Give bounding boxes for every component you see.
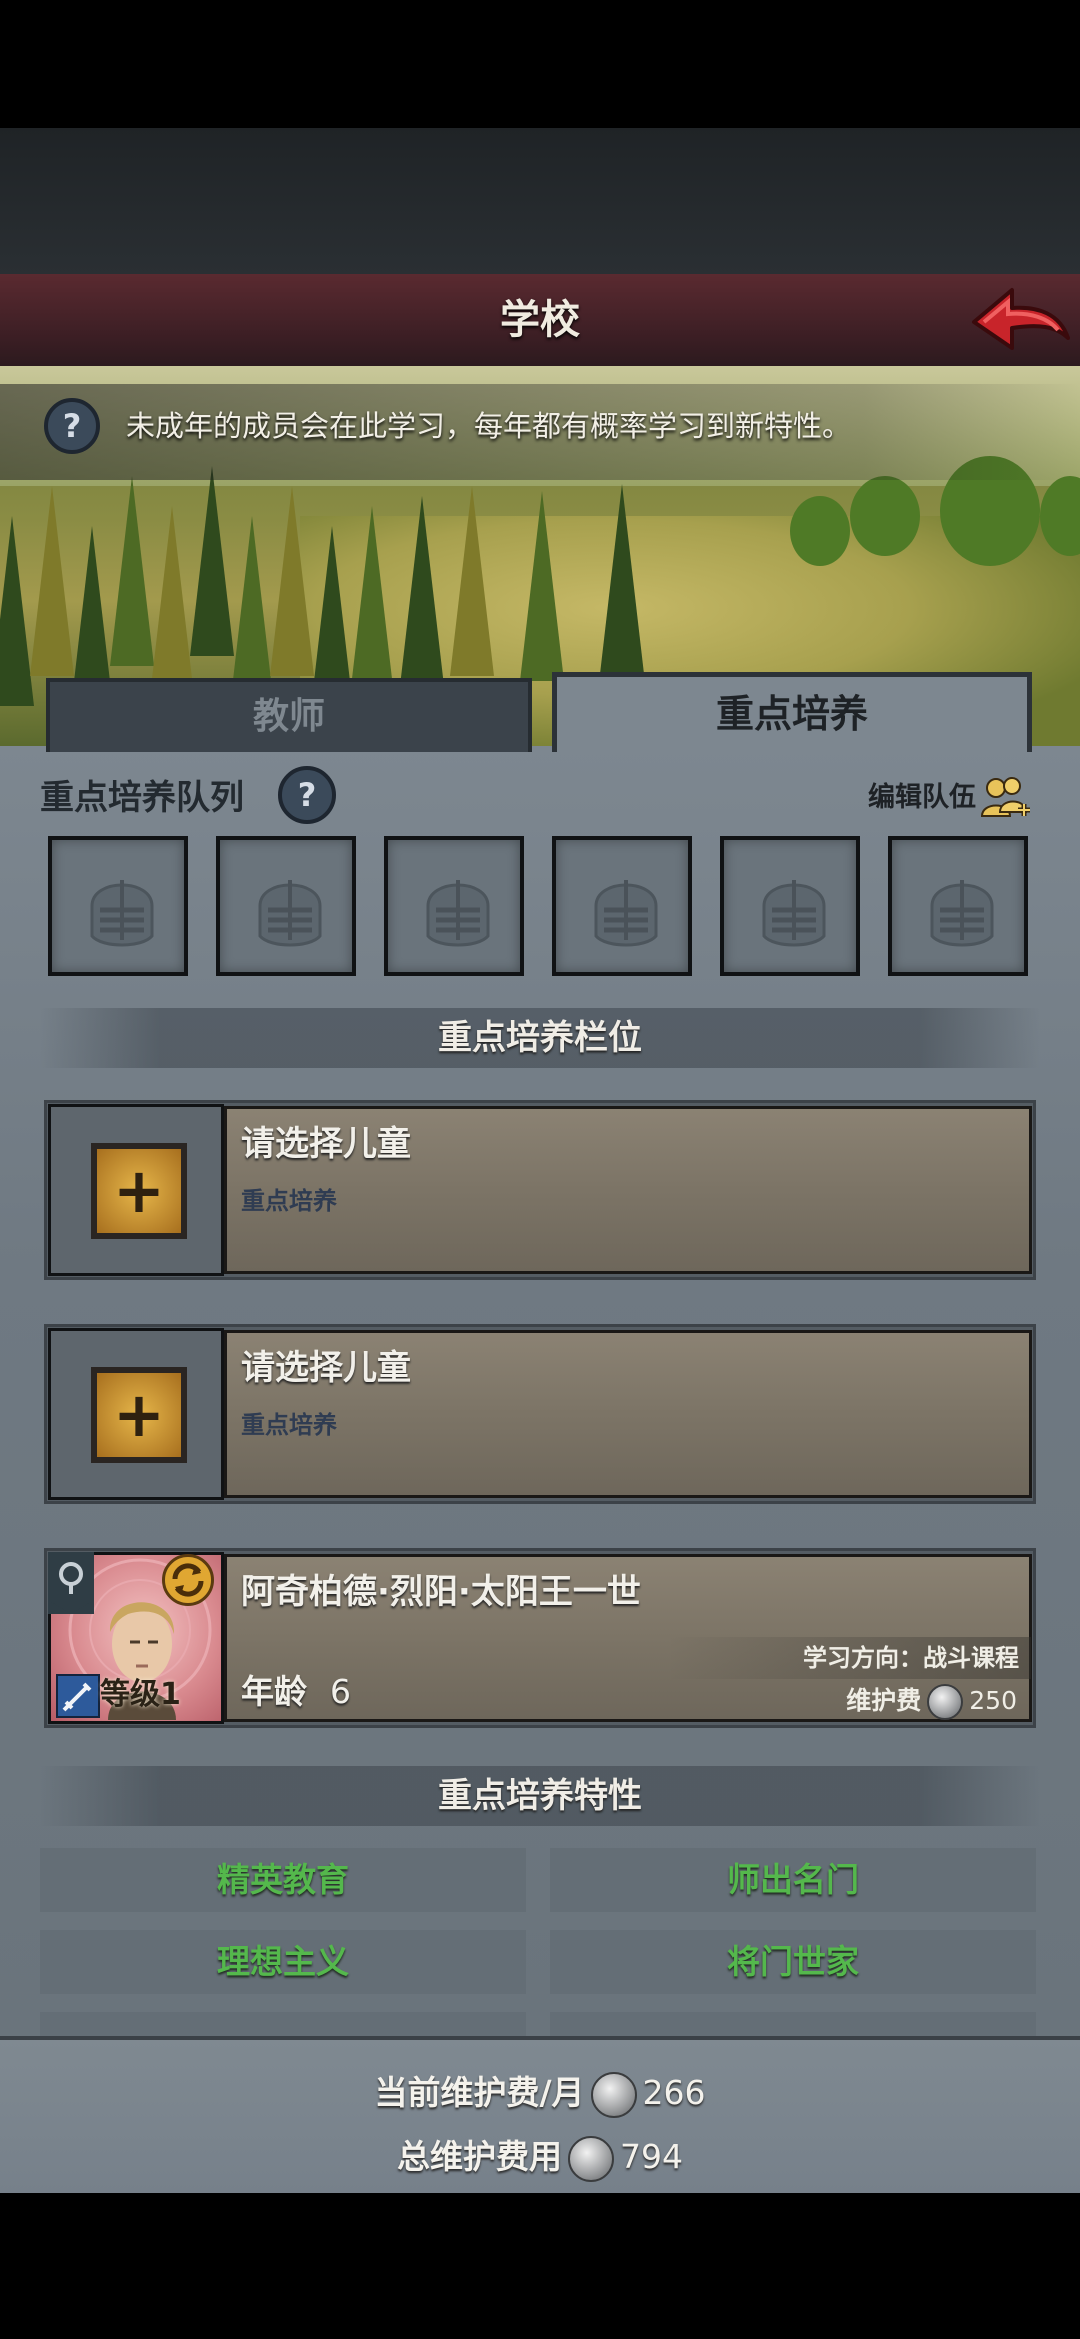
- knight-helmet-icon: [594, 880, 658, 947]
- trait-item[interactable]: 精英教育: [40, 1848, 526, 1912]
- tree: [600, 484, 644, 674]
- trait-item-partial[interactable]: [40, 2012, 526, 2036]
- total-fee-label: 总维护费用: [397, 2137, 562, 2176]
- queue-slot[interactable]: [720, 836, 860, 976]
- page-title: 学校: [500, 297, 580, 343]
- status-area: [0, 0, 1080, 128]
- sword-icon: [56, 1674, 100, 1718]
- child-level-text: 等级1: [100, 1670, 181, 1720]
- tree: [110, 476, 154, 666]
- add-child-button[interactable]: +: [91, 1143, 187, 1239]
- tree: [270, 486, 314, 676]
- tree: [450, 486, 494, 676]
- plus-icon: +: [113, 1378, 165, 1451]
- age-value: 6: [329, 1672, 351, 1711]
- knight-helmet-icon: [930, 880, 994, 947]
- location-marker-badge: [48, 1552, 94, 1614]
- slot-name: 请选择儿童: [241, 1348, 411, 1388]
- training-slot-card[interactable]: + 请选择儿童 重点培养: [44, 1324, 1036, 1504]
- knight-helmet-icon: [90, 880, 154, 947]
- plus-icon: +: [113, 1154, 165, 1227]
- queue-slot[interactable]: [216, 836, 356, 976]
- bottom-area: [0, 2193, 1080, 2339]
- monthly-fee-label: 当前维护费/月: [374, 2073, 585, 2112]
- trait-item[interactable]: 理想主义: [40, 1930, 526, 1994]
- silver-coin-icon: [590, 2071, 637, 2118]
- slot-subtitle: 重点培养: [241, 1411, 337, 1439]
- traits-section-title: 重点培养特性: [40, 1766, 1040, 1826]
- tab-teacher[interactable]: 教师: [46, 678, 532, 752]
- queue-slot[interactable]: [888, 836, 1028, 976]
- bush: [850, 476, 920, 556]
- child-card[interactable]: 等级1 阿奇柏德·烈阳·太阳王一世 学习方向：战斗课程 年龄 6 维护费 250: [44, 1548, 1036, 1728]
- upper-band: [0, 128, 1080, 274]
- tree: [150, 506, 194, 696]
- monthly-fee: 当前维护费/月 266: [0, 2068, 1080, 2118]
- card-body: 请选择儿童 重点培养: [224, 1106, 1032, 1274]
- back-button[interactable]: [968, 282, 1072, 358]
- swap-icon[interactable]: [162, 1554, 214, 1606]
- tab-focus-training[interactable]: 重点培养: [552, 672, 1032, 752]
- tree: [520, 491, 564, 681]
- slot-name: 请选择儿童: [241, 1124, 411, 1164]
- help-icon[interactable]: ?: [44, 398, 100, 454]
- trait-item-partial[interactable]: [550, 2012, 1036, 2036]
- card-portrait-frame: +: [48, 1328, 224, 1500]
- child-level: 等级1: [48, 1666, 224, 1724]
- maintenance-fee: 维护费 250: [846, 1679, 1017, 1723]
- age-label: 年龄: [241, 1672, 307, 1711]
- queue-slot[interactable]: [384, 836, 524, 976]
- queue-help-icon[interactable]: ?: [278, 766, 336, 824]
- tree: [350, 506, 394, 696]
- edit-team-label: 编辑队伍: [868, 782, 976, 813]
- fee-value: 250: [969, 1686, 1017, 1715]
- queue-title: 重点培养队列: [40, 778, 244, 818]
- card-body: 阿奇柏德·烈阳·太阳王一世 学习方向：战斗课程 年龄 6 维护费 250: [224, 1554, 1032, 1722]
- card-body: 请选择儿童 重点培养: [224, 1330, 1032, 1498]
- level-value: 1: [160, 1677, 181, 1712]
- knight-helmet-icon: [258, 880, 322, 947]
- total-fee: 总维护费用 794: [0, 2132, 1080, 2182]
- tree: [190, 466, 234, 656]
- tree: [30, 486, 74, 676]
- child-age: 年龄 6: [241, 1667, 351, 1717]
- trait-item[interactable]: 师出名门: [550, 1848, 1036, 1912]
- back-arrow-icon: [972, 288, 1070, 350]
- trait-item[interactable]: 将门世家: [550, 1930, 1036, 1994]
- total-fee-value: 794: [620, 2137, 683, 2176]
- child-name: 阿奇柏德·烈阳·太阳王一世: [241, 1572, 641, 1612]
- add-team-icon: [980, 777, 1030, 817]
- slot-subtitle: 重点培养: [241, 1187, 337, 1215]
- card-portrait-frame: +: [48, 1104, 224, 1276]
- tree: [0, 516, 34, 706]
- fee-label: 维护费: [846, 1686, 922, 1715]
- study-direction: 学习方向：战斗课程: [803, 1644, 1019, 1672]
- monthly-fee-value: 266: [642, 2073, 706, 2112]
- knight-helmet-icon: [426, 880, 490, 947]
- queue-slot[interactable]: [552, 836, 692, 976]
- knight-helmet-icon: [762, 880, 826, 947]
- level-label: 等级: [100, 1677, 160, 1712]
- edit-team-button[interactable]: 编辑队伍: [868, 772, 1038, 824]
- info-text: 未成年的成员会在此学习，每年都有概率学习到新特性。: [126, 409, 852, 443]
- add-child-button[interactable]: +: [91, 1367, 187, 1463]
- silver-coin-icon: [927, 1684, 964, 1720]
- queue-slot[interactable]: [48, 836, 188, 976]
- sword-glyph-icon: [62, 1682, 92, 1712]
- bush: [790, 496, 850, 566]
- footer: 当前维护费/月 266 总维护费用 794: [0, 2036, 1080, 2197]
- silver-coin-icon: [568, 2135, 614, 2182]
- slots-section-title: 重点培养栏位: [40, 1008, 1040, 1068]
- tree: [400, 496, 444, 686]
- map-marker-icon: [48, 1552, 94, 1614]
- training-slot-card[interactable]: + 请选择儿童 重点培养: [44, 1100, 1036, 1280]
- refresh-icon: [172, 1563, 204, 1597]
